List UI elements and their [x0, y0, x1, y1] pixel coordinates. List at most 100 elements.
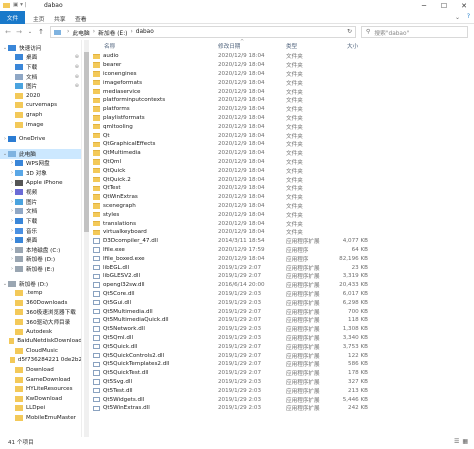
nav-item[interactable]: 360驱动大师目录	[0, 317, 81, 327]
breadcrumb-drive-e[interactable]: 新加卷 (E:)	[98, 28, 127, 37]
nav-item[interactable]: › 音乐	[0, 226, 81, 236]
tab-file[interactable]: 文件	[0, 11, 25, 24]
nav-item[interactable]: › OneDrive	[0, 134, 81, 144]
table-row[interactable]: Qt5MultimediaQuick.dll 2019/1/29 2:07 应用程序…	[90, 316, 474, 325]
nav-item[interactable]: .temp	[0, 288, 81, 298]
nav-item[interactable]: 文档 ⊕	[0, 72, 81, 82]
nav-item[interactable]: 360Downloads	[0, 298, 81, 308]
recent-locations-icon[interactable]: ⌄	[25, 27, 35, 37]
maximize-icon[interactable]: ☐	[434, 0, 454, 11]
forward-arrow-icon[interactable]: →	[14, 27, 24, 37]
nav-item[interactable]: 图片 ⊕	[0, 81, 81, 91]
nav-item[interactable]: image	[0, 120, 81, 130]
table-row[interactable]: qmltooling 2020/12/9 18:04 文件夹	[90, 122, 474, 131]
column-header-type[interactable]: 类型	[286, 42, 297, 50]
nav-item[interactable]: › 本地磁盘 (C:)	[0, 245, 81, 255]
chevron-down-icon[interactable]: ⌄	[455, 14, 460, 21]
table-row[interactable]: QtMultimedia 2020/12/9 18:04 文件夹	[90, 149, 474, 158]
nav-item[interactable]: › 文档	[0, 207, 81, 217]
table-row[interactable]: Qt5Core.dll 2019/1/29 2:03 应用程序扩展 6,017 KB	[90, 290, 474, 299]
table-row[interactable]: Qt5Gui.dll 2019/1/29 2:03 应用程序扩展 6,298 KB	[90, 298, 474, 307]
nav-item[interactable]: › 新加卷 (E:)	[0, 264, 81, 274]
table-row[interactable]: libEGL.dll 2019/1/29 2:07 应用程序扩展 23 KB	[90, 263, 474, 272]
nav-item[interactable]: ⌄ 此电脑	[0, 149, 81, 159]
nav-item[interactable]: › WPS网盘	[0, 159, 81, 169]
table-row[interactable]: libGLESV2.dll 2019/1/29 2:07 应用程序扩展 3,319 K…	[90, 272, 474, 281]
nav-item[interactable]: ⌄ 新加卷 (D:)	[0, 279, 81, 289]
table-row[interactable]: Qt5WinExtras.dll 2019/1/29 2:03 应用程序扩展 242 …	[90, 404, 474, 413]
column-header-name[interactable]: 名称	[104, 42, 115, 50]
table-row[interactable]: scenegraph 2020/12/9 18:04 文件夹	[90, 202, 474, 211]
table-row[interactable]: Qt5Network.dll 2019/1/29 2:03 应用程序扩展 1,308 …	[90, 325, 474, 334]
table-row[interactable]: QtTest 2020/12/9 18:04 文件夹	[90, 184, 474, 193]
nav-item[interactable]: 360极速浏览器下载	[0, 308, 81, 318]
nav-item[interactable]: BaiduNetdiskDownload	[0, 336, 81, 346]
help-icon[interactable]: ?	[467, 13, 470, 20]
nav-item[interactable]: › 新加卷 (D:)	[0, 255, 81, 265]
table-row[interactable]: styles 2020/12/9 18:04 文件夹	[90, 210, 474, 219]
table-row[interactable]: audio 2020/12/9 18:04 文件夹	[90, 52, 474, 61]
nav-item[interactable]: d5f736284221 0de2b2	[0, 356, 81, 366]
close-icon[interactable]: ✕	[454, 0, 474, 11]
address-box[interactable]: › 此电脑 › 新加卷 (E:) › dabao ↻	[50, 26, 356, 38]
table-row[interactable]: opengl32sw.dll 2016/6/14 20:00 应用程序扩展 20,43…	[90, 281, 474, 290]
minimize-icon[interactable]: ─	[414, 0, 434, 11]
table-row[interactable]: virtualkeyboard 2020/12/9 18:04 文件夹	[90, 228, 474, 237]
table-row[interactable]: Qt5Widgets.dll 2019/1/29 2:03 应用程序扩展 5,446 …	[90, 395, 474, 404]
breadcrumb-this-pc[interactable]: 此电脑	[72, 28, 89, 37]
details-view-icon[interactable]: ☰	[454, 438, 459, 445]
table-row[interactable]: platforminputcontexts 2020/12/9 18:04 文件夹	[90, 96, 474, 105]
table-row[interactable]: Qt5Svg.dll 2019/1/29 2:03 应用程序扩展 327 KB	[90, 378, 474, 387]
back-arrow-icon[interactable]: ←	[3, 27, 13, 37]
nav-item[interactable]: › 3D 对象	[0, 168, 81, 178]
table-row[interactable]: Qt5Quick.dll 2019/1/29 2:07 应用程序扩展 3,753 KB	[90, 342, 474, 351]
large-icons-view-icon[interactable]: ▦	[462, 438, 468, 445]
table-row[interactable]: QtGraphicalEffects 2020/12/9 18:04 文件夹	[90, 140, 474, 149]
nav-item[interactable]: graph	[0, 110, 81, 120]
table-row[interactable]: Qt 2020/12/9 18:04 文件夹	[90, 131, 474, 140]
breadcrumb-dabao[interactable]: dabao	[136, 29, 154, 35]
nav-item[interactable]: GameDownload	[0, 375, 81, 385]
nav-item[interactable]: LLDpei	[0, 404, 81, 414]
table-row[interactable]: QtWinExtras 2020/12/9 18:04 文件夹	[90, 193, 474, 202]
nav-item[interactable]: 桌面 ⊕	[0, 53, 81, 63]
table-row[interactable]: translations 2020/12/9 18:04 文件夹	[90, 219, 474, 228]
table-row[interactable]: Ifile_boxed.exe 2020/12/9 18:04 应用程序 82,196…	[90, 254, 474, 263]
nav-item[interactable]: MobileEmuMaster	[0, 413, 81, 423]
table-row[interactable]: QtQml 2020/12/9 18:04 文件夹	[90, 158, 474, 167]
search-input[interactable]: ⚲ 搜索"dabao"	[361, 26, 468, 38]
table-row[interactable]: Qt5Multimedia.dll 2019/1/29 2:07 应用程序扩展 700…	[90, 307, 474, 316]
nav-item[interactable]: Autodesk	[0, 327, 81, 337]
table-row[interactable]: mediaservice 2020/12/9 18:04 文件夹	[90, 87, 474, 96]
quick-access-toolbar[interactable]: ▣ ▾ |	[13, 2, 27, 8]
nav-item[interactable]: › Apple iPhone	[0, 178, 81, 188]
table-row[interactable]: platforms 2020/12/9 18:04 文件夹	[90, 105, 474, 114]
table-row[interactable]: Qt5Qml.dll 2019/1/29 2:03 应用程序扩展 3,340 KB	[90, 334, 474, 343]
nav-item[interactable]: › 下载	[0, 216, 81, 226]
nav-item[interactable]: › 桌面	[0, 235, 81, 245]
nav-item[interactable]: 2020	[0, 91, 81, 101]
nav-item[interactable]: › 图片	[0, 197, 81, 207]
nav-item[interactable]: ⌄ 快速访问	[0, 43, 81, 53]
table-row[interactable]: bearer 2020/12/9 18:04 文件夹	[90, 61, 474, 70]
column-header-size[interactable]: 大小	[347, 42, 358, 50]
table-row[interactable]: iconengines 2020/12/9 18:04 文件夹	[90, 70, 474, 79]
table-row[interactable]: QtQuick.2 2020/12/9 18:04 文件夹	[90, 175, 474, 184]
nav-item[interactable]: CloudMusic	[0, 346, 81, 356]
table-row[interactable]: Qt5Test.dll 2019/1/29 2:03 应用程序扩展 213 KB	[90, 386, 474, 395]
nav-scrollbar-thumb[interactable]	[84, 52, 89, 232]
refresh-icon[interactable]: ↻	[347, 28, 352, 35]
table-row[interactable]: Qt5QuickTest.dll 2019/1/29 2:07 应用程序扩展 178 …	[90, 369, 474, 378]
nav-item[interactable]: HYLiteResources	[0, 384, 81, 394]
nav-item[interactable]: Download	[0, 365, 81, 375]
nav-item[interactable]: curvemaps	[0, 101, 81, 111]
table-row[interactable]: Ifile.exe 2020/12/9 17:59 应用程序 64 KB	[90, 246, 474, 255]
table-row[interactable]: imageformats 2020/12/9 18:04 文件夹	[90, 78, 474, 87]
table-row[interactable]: Qt5QuickTemplates2.dll 2019/1/29 2:07 应用程序…	[90, 360, 474, 369]
tab-home[interactable]: 主页	[33, 14, 45, 23]
table-row[interactable]: Qt5QuickControls2.dll 2019/1/29 2:07 应用程序扩…	[90, 351, 474, 360]
tab-view[interactable]: 查看	[75, 14, 87, 23]
column-header-date[interactable]: 修改日期	[218, 42, 240, 50]
up-arrow-icon[interactable]: ↑	[36, 27, 46, 37]
table-row[interactable]: QtQuick 2020/12/9 18:04 文件夹	[90, 166, 474, 175]
